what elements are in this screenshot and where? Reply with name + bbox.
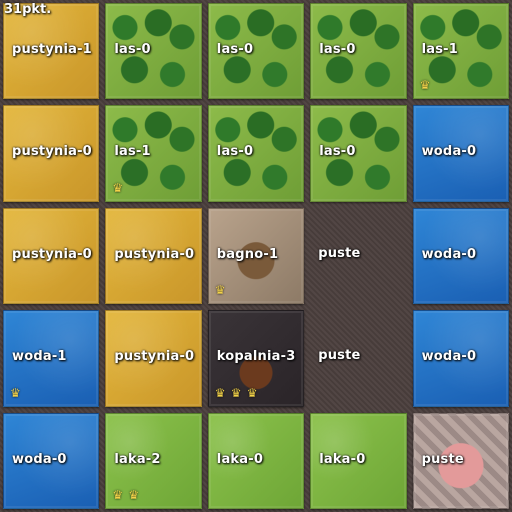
tile-laka: laka-0 — [310, 412, 407, 509]
tile-pustynia: pustynia-0 — [105, 207, 202, 305]
tile-woda: woda-0 — [412, 105, 509, 202]
tile-label: puste — [318, 348, 361, 364]
tile-woda: woda-0 — [3, 412, 100, 509]
tile-kopalnia: kopalnia-3 ♛ ♛ ♛ — [207, 310, 305, 407]
tile-las: las-1 ♛ — [412, 3, 509, 100]
tile-label: puste — [318, 245, 361, 261]
tile-label: las-0 — [114, 42, 151, 57]
crown-icon: ♛ — [246, 385, 258, 400]
tile-las: las-0 — [207, 105, 305, 202]
tile-laka: laka-2 ♛ ♛ — [105, 412, 202, 509]
tile-label: las-0 — [319, 144, 356, 160]
tile-label: laka-2 — [114, 451, 161, 467]
tile-special: puste — [412, 412, 509, 509]
tile-label: woda-0 — [12, 451, 67, 467]
tile-label: woda-0 — [421, 349, 477, 365]
tile-label: las-1 — [114, 144, 151, 160]
tile-laka: laka-0 — [207, 412, 305, 509]
tile-label: las-1 — [421, 42, 459, 57]
score-text: 31pkt. — [4, 2, 52, 17]
tile-label: las-0 — [216, 144, 254, 160]
tile-empty: puste — [310, 310, 406, 406]
tile-label: woda-1 — [12, 349, 67, 365]
tile-label: laka-0 — [319, 451, 366, 467]
tile-pustynia: pustynia-0 — [3, 207, 100, 305]
crown-icon: ♛ — [112, 180, 124, 195]
tile-pustynia: pustynia-1 — [3, 3, 100, 100]
tile-label: laka-0 — [216, 451, 264, 467]
tile-label: las-0 — [216, 42, 254, 57]
tile-las: las-0 — [105, 3, 202, 100]
tile-label: pustynia-0 — [114, 349, 195, 365]
tile-woda: woda-0 — [412, 207, 509, 305]
tile-las: las-0 — [310, 3, 407, 100]
tile-label: pustynia-1 — [12, 42, 92, 57]
tile-las: las-1 ♛ — [105, 105, 202, 202]
tile-woda: woda-0 — [412, 310, 509, 407]
tile-label: pustynia-0 — [114, 246, 195, 262]
tile-label: pustynia-0 — [12, 144, 92, 160]
crown-icon: ♛ — [128, 487, 140, 502]
tile-label: las-0 — [319, 42, 356, 57]
tile-las: las-0 — [310, 105, 407, 202]
tile-pustynia: pustynia-0 — [3, 105, 100, 202]
game-board: pustynia-1 las-0 las-0 las-0 las-1 ♛ pustynia-… — [0, 0, 512, 512]
crown-icon: ♛ — [112, 487, 124, 502]
tile-las: las-0 — [207, 3, 305, 100]
tile-label: woda-0 — [421, 246, 477, 262]
tile-bagno: bagno-1 ♛ — [207, 207, 305, 305]
tile-label: puste — [421, 451, 464, 467]
crown-icon: ♛ — [10, 385, 21, 400]
tile-label: bagno-1 — [216, 246, 279, 262]
tile-label: kopalnia-3 — [216, 349, 296, 365]
tile-label: pustynia-0 — [12, 246, 92, 262]
crown-icon: ♛ — [214, 385, 226, 400]
crown-icon: ♛ — [230, 385, 242, 400]
crown-icon: ♛ — [419, 78, 431, 93]
tile-empty: puste — [310, 208, 406, 304]
tile-label: woda-0 — [421, 144, 477, 160]
crown-icon: ♛ — [214, 283, 226, 298]
tile-woda: woda-1 ♛ — [3, 310, 100, 407]
tile-pustynia: pustynia-0 — [105, 310, 202, 407]
